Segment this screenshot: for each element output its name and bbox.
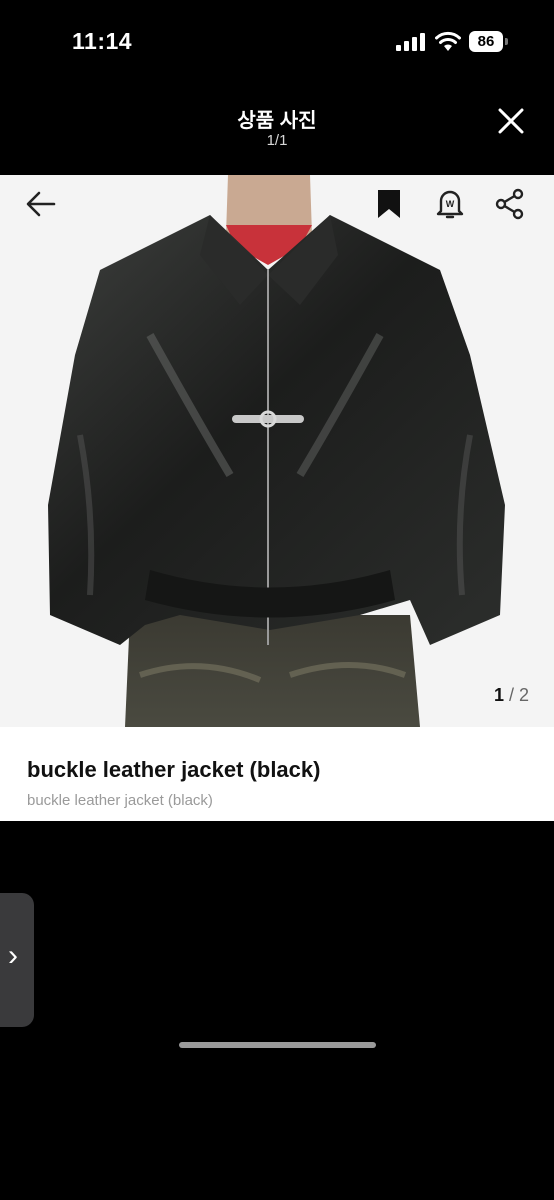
photo-counter: 1/1 [266,132,288,149]
cellular-signal-icon [396,33,425,51]
back-arrow-icon[interactable] [24,187,58,221]
wifi-icon [435,31,461,51]
status-time: 11:14 [72,28,133,54]
side-panel-tab[interactable]: › [0,893,34,1027]
home-indicator[interactable] [179,1042,376,1048]
product-subtitle: buckle leather jacket (black) [27,792,213,809]
page-current: 1 [494,685,505,705]
bell-icon[interactable]: W [433,187,467,221]
jacket-image [0,175,554,727]
battery-level: 86 [469,31,503,52]
viewer-header: 상품 사진 1/1 [0,90,554,170]
page-separator: / [504,685,520,705]
svg-text:W: W [446,199,455,209]
page-total: 2 [519,685,530,705]
page-title: 상품 사진 [237,110,317,132]
product-photo[interactable]: W 1 / 2 [0,175,554,727]
battery-icon: 86 [469,31,509,52]
status-bar: 11:14 86 [0,0,554,84]
share-icon[interactable] [493,187,527,221]
close-icon[interactable] [494,104,528,138]
bookmark-icon[interactable] [372,187,406,221]
product-card: W 1 / 2 buckle leather jacket (black) bu… [0,175,554,821]
chevron-right-icon: › [8,939,18,972]
image-page-indicator: 1 / 2 [494,685,529,706]
product-title: buckle leather jacket (black) [27,757,321,782]
